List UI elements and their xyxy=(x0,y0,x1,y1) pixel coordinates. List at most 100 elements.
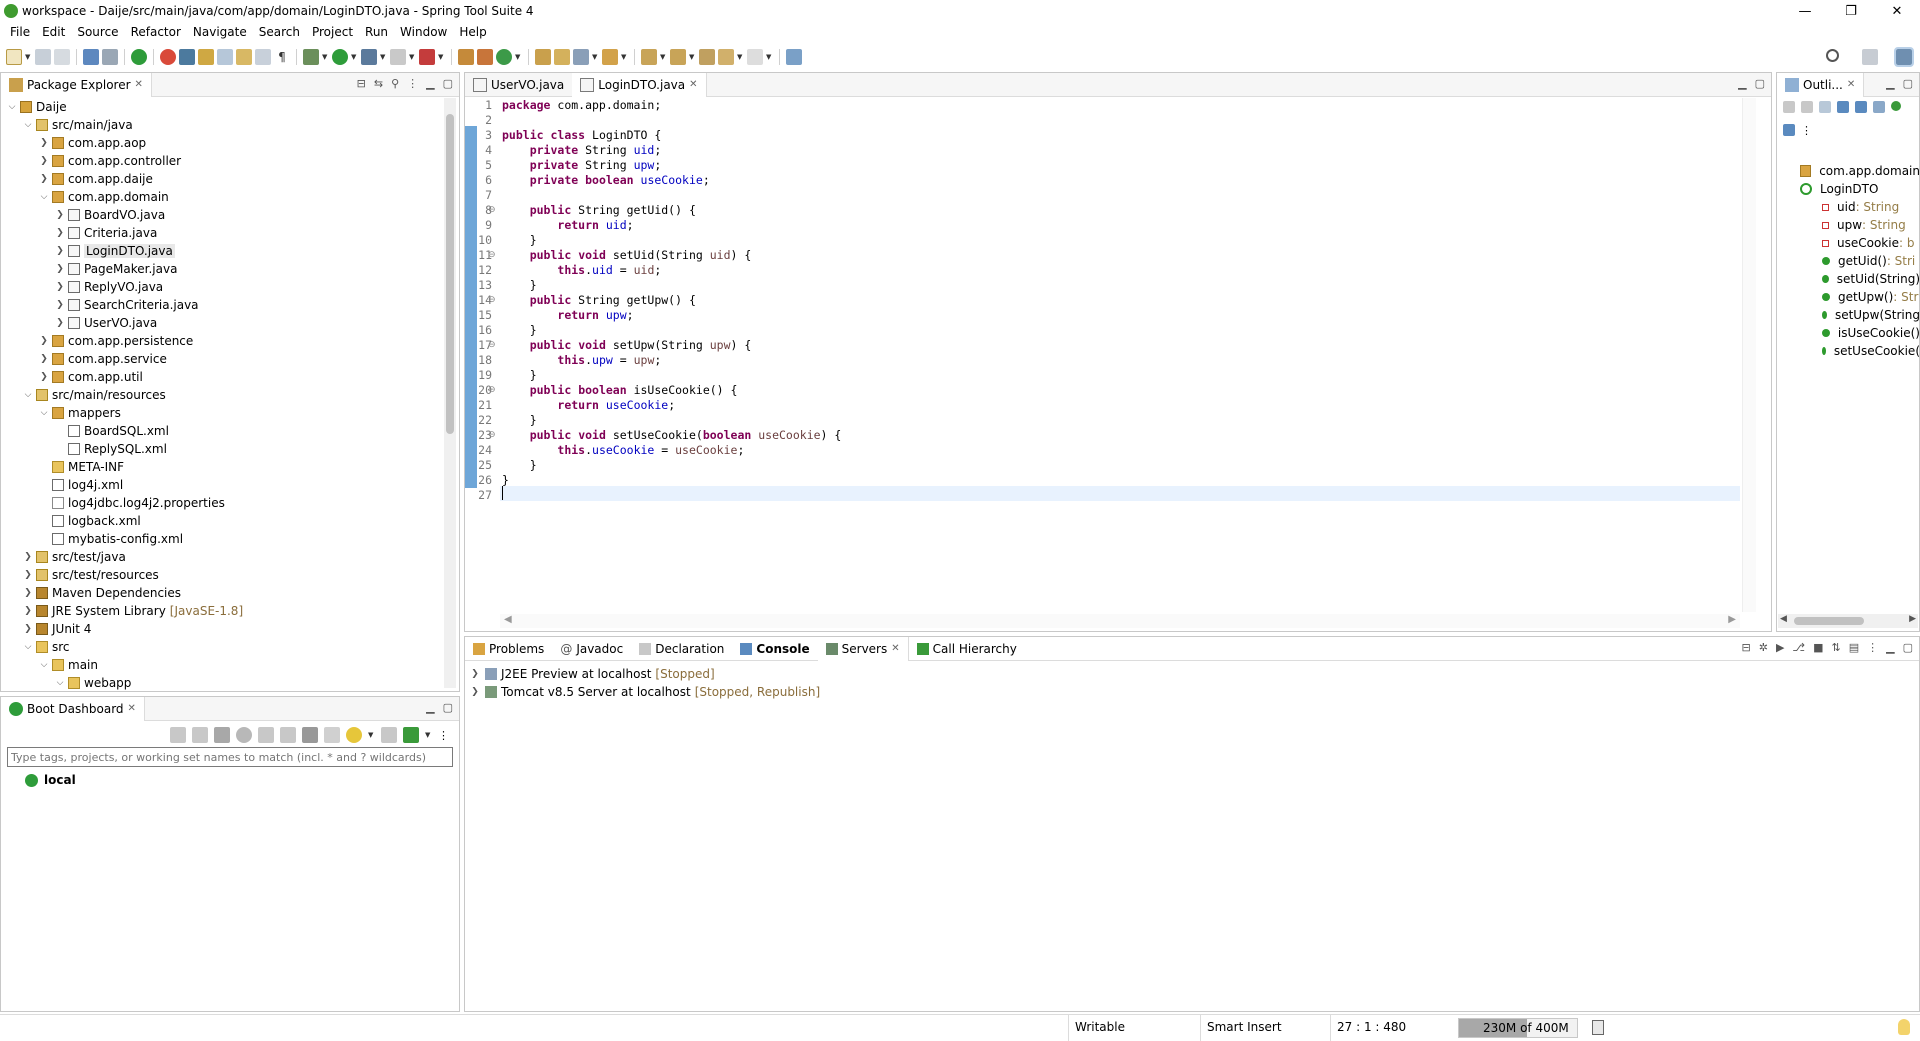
editor-hscrollbar[interactable]: ◀ ▶ xyxy=(500,614,1740,628)
stop-icon[interactable] xyxy=(390,49,406,65)
outline-item[interactable]: upw : String xyxy=(1800,216,1920,234)
tab-problems[interactable]: Problems xyxy=(465,637,552,661)
open-folder-icon[interactable] xyxy=(602,49,618,65)
outline-item[interactable]: useCookie : b xyxy=(1800,234,1920,252)
code-line[interactable]: private boolean useCookie; xyxy=(502,173,1740,188)
terminal-icon[interactable] xyxy=(83,49,99,65)
add-icon[interactable] xyxy=(403,727,419,743)
toggle-mark-icon[interactable] xyxy=(198,49,214,65)
tree-item[interactable]: ⌵ mappers xyxy=(6,404,460,422)
next-annotation-icon[interactable] xyxy=(641,49,657,65)
search-tool-icon[interactable] xyxy=(573,49,589,65)
tree-item[interactable]: ❯ com.app.aop xyxy=(6,134,460,152)
chevron-right-icon[interactable]: ❯ xyxy=(469,669,481,679)
filter-icon[interactable]: ⚲ xyxy=(391,77,399,90)
tree-scrollbar[interactable] xyxy=(444,98,456,688)
outline-item[interactable]: setUseCookie( xyxy=(1800,342,1920,360)
forward-icon[interactable] xyxy=(747,49,763,65)
code-line[interactable] xyxy=(502,188,1740,203)
hide-static-icon[interactable] xyxy=(1855,101,1867,113)
close-icon[interactable]: ✕ xyxy=(128,703,136,714)
new-class-icon[interactable] xyxy=(496,49,512,65)
tab-console[interactable]: Console xyxy=(732,637,817,661)
outline-item[interactable]: com.app.domain xyxy=(1800,162,1920,180)
code-line[interactable]: private String upw; xyxy=(502,158,1740,173)
stop-icon[interactable] xyxy=(214,727,230,743)
code-line[interactable]: public void setUid(String uid) { xyxy=(502,248,1740,263)
heap-status[interactable]: 230M of 400M xyxy=(1458,1018,1578,1038)
start-server-icon[interactable]: ▶ xyxy=(1776,641,1784,654)
save-icon[interactable] xyxy=(35,49,51,65)
code-text[interactable]: package com.app.domain; public class Logi… xyxy=(502,98,1740,503)
maximize-view-icon[interactable]: ▢ xyxy=(1755,77,1765,90)
chevron-down-icon[interactable]: ⌵ xyxy=(38,408,50,418)
tree-item[interactable]: ❯ com.app.service xyxy=(6,350,460,368)
close-icon[interactable]: ✕ xyxy=(135,79,143,90)
code-line[interactable]: return useCookie; xyxy=(502,398,1740,413)
tree-item[interactable]: BoardSQL.xml xyxy=(6,422,460,440)
fold-icon[interactable]: ⊖ xyxy=(488,338,498,353)
menu-edit[interactable]: Edit xyxy=(36,25,71,39)
minimize-view-icon[interactable]: ▁ xyxy=(426,77,434,90)
code-line[interactable]: public boolean isUseCookie() { xyxy=(502,383,1740,398)
publish-icon[interactable]: ⇅ xyxy=(1832,641,1841,654)
menu-file[interactable]: File xyxy=(4,25,36,39)
code-line[interactable] xyxy=(502,113,1740,128)
collapse-all-icon[interactable]: ⊟ xyxy=(357,77,366,90)
scroll-right-icon[interactable]: ▶ xyxy=(1909,614,1916,628)
outline-item[interactable]: LoginDTO xyxy=(1800,180,1920,198)
debug-server-icon[interactable]: ✲ xyxy=(1759,641,1768,654)
chevron-down-icon[interactable]: ⌵ xyxy=(6,102,18,112)
chevron-down-icon[interactable]: ▼ xyxy=(25,53,32,61)
scroll-left-icon[interactable]: ◀ xyxy=(1780,614,1787,628)
overview-ruler[interactable] xyxy=(1742,98,1756,612)
chevron-down-icon[interactable]: ⌵ xyxy=(22,390,34,400)
chevron-right-icon[interactable]: ❯ xyxy=(38,372,50,382)
fold-icon[interactable]: ⊖ xyxy=(488,248,498,263)
search-icon[interactable] xyxy=(1826,49,1839,62)
view-menu-icon[interactable]: ⋮ xyxy=(438,729,449,742)
chevron-right-icon[interactable]: ❯ xyxy=(54,210,66,220)
tree-item[interactable]: ⌵ src/main/java xyxy=(6,116,460,134)
outline-item[interactable]: isUseCookie() xyxy=(1800,324,1920,342)
chevron-right-icon[interactable]: ❯ xyxy=(22,588,34,598)
chevron-down-icon[interactable]: ▼ xyxy=(515,53,522,61)
sort-icon[interactable] xyxy=(1819,101,1831,113)
tree-item[interactable]: ❯ Criteria.java xyxy=(6,224,460,242)
tree-item[interactable]: ❯ ReplyVO.java xyxy=(6,278,460,296)
tree-item[interactable]: ⌵ com.app.domain xyxy=(6,188,460,206)
chevron-down-icon[interactable]: ⌵ xyxy=(38,192,50,202)
tree-item[interactable]: ⌵ webapp xyxy=(6,674,460,692)
run-icon[interactable] xyxy=(332,49,348,65)
table-icon[interactable] xyxy=(324,727,340,743)
pin-editor-icon[interactable] xyxy=(786,49,802,65)
debug-icon[interactable] xyxy=(303,49,319,65)
skip-breakpoints-icon[interactable] xyxy=(102,49,118,65)
view-menu-icon[interactable]: ⋮ xyxy=(1801,124,1812,142)
open-type-icon[interactable] xyxy=(179,49,195,65)
chevron-right-icon[interactable]: ❯ xyxy=(54,264,66,274)
tab-javadoc[interactable]: @ Javadoc xyxy=(552,637,631,661)
java-perspective-icon[interactable] xyxy=(1894,47,1914,67)
open-type-hierarchy-icon[interactable] xyxy=(535,49,551,65)
fold-icon[interactable]: ⊖ xyxy=(488,293,498,308)
chevron-down-icon[interactable]: ▼ xyxy=(737,53,744,61)
chevron-down-icon[interactable]: ▼ xyxy=(425,731,432,739)
tree-item[interactable]: log4jdbc.log4j2.properties xyxy=(6,494,460,512)
chevron-down-icon[interactable]: ▼ xyxy=(766,53,773,61)
close-icon[interactable]: ✕ xyxy=(1847,79,1855,90)
chevron-right-icon[interactable]: ❯ xyxy=(22,552,34,562)
chevron-right-icon[interactable]: ❯ xyxy=(54,282,66,292)
new-package-icon[interactable] xyxy=(477,49,493,65)
tab-package-explorer[interactable]: Package Explorer ✕ xyxy=(1,72,152,97)
code-line[interactable]: public class LoginDTO { xyxy=(502,128,1740,143)
close-icon[interactable]: ✕ xyxy=(689,79,697,90)
code-line[interactable]: public String getUpw() { xyxy=(502,293,1740,308)
debug-icon[interactable] xyxy=(192,727,208,743)
clean-icon[interactable]: ▤ xyxy=(1849,641,1859,654)
coverage-icon[interactable] xyxy=(361,49,377,65)
garbage-collect-icon[interactable] xyxy=(1592,1020,1604,1035)
tree-item[interactable]: ⌵ src xyxy=(6,638,460,656)
server-row[interactable]: ❯ Tomcat v8.5 Server at localhost [Stopp… xyxy=(469,683,1919,701)
collapse-all-icon[interactable] xyxy=(1801,101,1813,113)
